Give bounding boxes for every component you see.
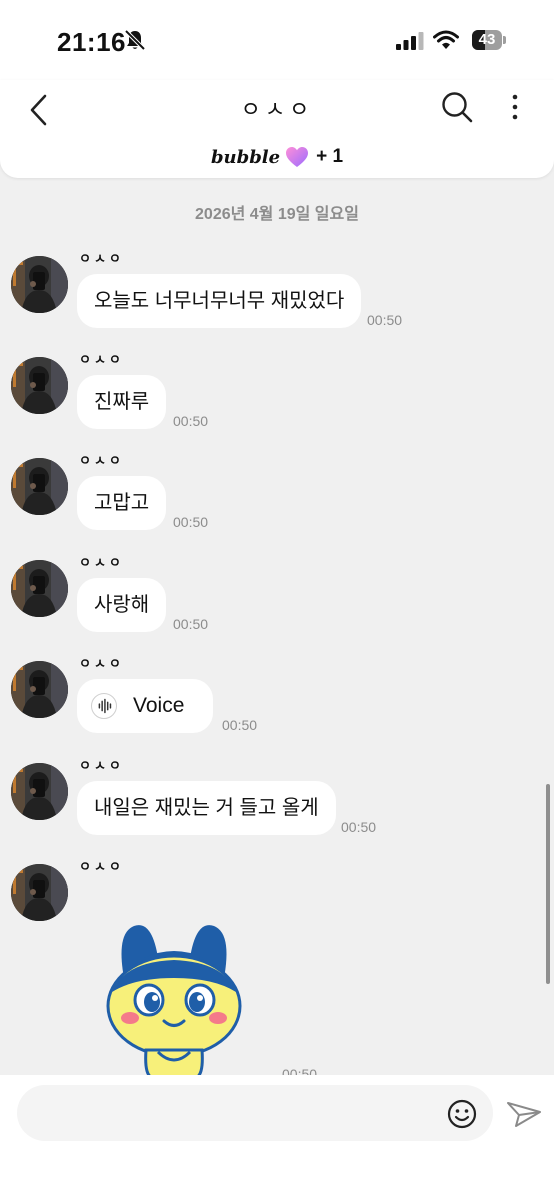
sender-name: ㅇㅅㅇ	[79, 859, 124, 874]
bubble-brand: bubble	[210, 146, 281, 168]
avatar[interactable]	[11, 256, 68, 313]
back-arrow-icon[interactable]	[22, 90, 62, 130]
avatar[interactable]	[11, 661, 68, 718]
message-time: 00:50	[341, 819, 377, 835]
bell-off-icon	[124, 29, 146, 51]
chat-title: ㅇㅅㅇ	[240, 97, 314, 122]
sender-name: ㅇㅅㅇ	[79, 758, 124, 773]
avatar[interactable]	[11, 864, 68, 921]
bubble-badge[interactable]: bubble + 1	[0, 144, 554, 170]
avatar[interactable]	[11, 763, 68, 820]
sender-name: ㅇㅅㅇ	[79, 453, 124, 468]
message-time: 00:50	[173, 616, 209, 632]
wifi-icon	[433, 30, 459, 49]
message-bubble[interactable]: 내일은 재밌는 거 들고 올게	[77, 781, 336, 835]
sender-name: ㅇㅅㅇ	[79, 251, 124, 266]
message-time: 00:50	[173, 514, 209, 530]
input-bar	[0, 1075, 554, 1200]
status-bar: 21:16 43	[0, 0, 554, 80]
chat-header: ㅇㅅㅇ bubble + 1	[0, 80, 554, 178]
message-time: 00:50	[173, 413, 209, 429]
status-time: 21:16	[57, 27, 126, 57]
voice-waveform-icon	[91, 693, 117, 719]
message-time: 00:50	[367, 312, 403, 328]
avatar[interactable]	[11, 560, 68, 617]
bubble-count: + 1	[316, 146, 344, 167]
search-icon[interactable]	[440, 90, 474, 124]
heart-icon	[286, 147, 309, 167]
avatar[interactable]	[11, 458, 68, 515]
sender-name: ㅇㅅㅇ	[79, 352, 124, 367]
voice-message-bubble[interactable]: Voice	[77, 679, 213, 733]
message-bubble[interactable]: 사랑해	[77, 578, 167, 632]
sender-name: ㅇㅅㅇ	[79, 656, 124, 671]
send-icon[interactable]	[506, 1098, 542, 1130]
avatar[interactable]	[11, 357, 68, 414]
message-bubble[interactable]: 고맙고	[77, 476, 167, 530]
battery-level: 43	[478, 31, 496, 48]
emoji-icon[interactable]	[446, 1098, 478, 1130]
sender-name: ㅇㅅㅇ	[79, 555, 124, 570]
battery-icon: 43	[472, 30, 506, 50]
date-separator: 2026년 4월 19일 일요일	[195, 206, 359, 223]
voice-label: Voice	[133, 694, 185, 717]
signal-icon	[396, 32, 424, 50]
message-input[interactable]	[17, 1085, 493, 1141]
more-vertical-icon[interactable]	[500, 92, 530, 122]
scrollbar[interactable]	[546, 784, 550, 984]
message-time: 00:50	[222, 717, 258, 733]
message-bubble[interactable]: 진짜루	[77, 375, 167, 429]
message-bubble[interactable]: 오늘도 너무너무너무 재밌었다	[77, 274, 362, 328]
blue-rabbit-sticker[interactable]	[104, 918, 244, 1078]
